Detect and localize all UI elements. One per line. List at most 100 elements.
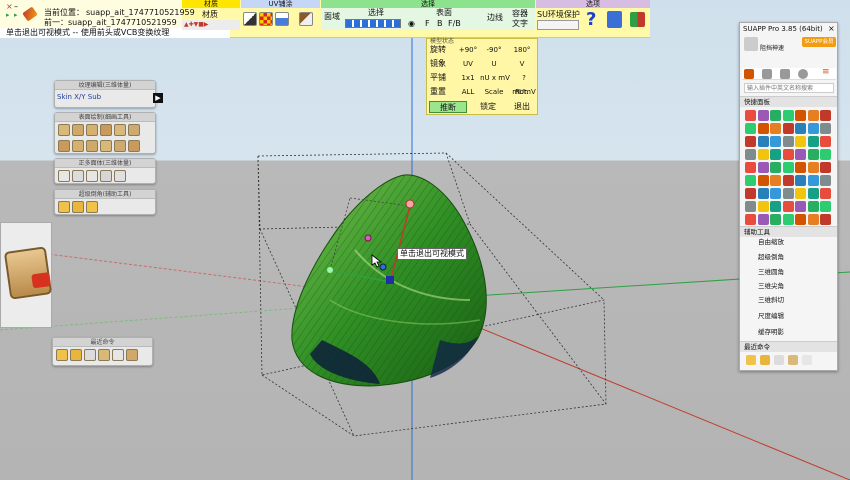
plugin-9-icon[interactable]: [757, 123, 769, 134]
recent-3-icon[interactable]: [84, 349, 96, 361]
mirror-v[interactable]: V: [509, 57, 535, 71]
infer-button[interactable]: 推断: [429, 101, 467, 113]
plugin-55-icon[interactable]: [807, 201, 819, 212]
surface-tool-6-icon[interactable]: [128, 124, 140, 136]
sub-item-bevel[interactable]: 三维斜切: [758, 295, 784, 305]
plugin-32-icon[interactable]: [782, 162, 794, 173]
plugin-18-icon[interactable]: [782, 136, 794, 147]
plugin-53-icon[interactable]: [782, 201, 794, 212]
reset-rot[interactable]: Rot.: [509, 85, 535, 99]
pen-icon[interactable]: [22, 6, 38, 22]
next-icon[interactable]: ▸: [14, 11, 18, 19]
plugin-8-icon[interactable]: [745, 123, 756, 134]
plugin-59-icon[interactable]: [770, 214, 781, 225]
surface-tool-8-icon[interactable]: [72, 140, 84, 152]
tile-nu-mv[interactable]: nU x mV: [479, 71, 511, 85]
vip-badge[interactable]: SUAPP会员: [802, 37, 836, 47]
plugin-58-icon[interactable]: [757, 214, 769, 225]
plugin-52-icon[interactable]: [770, 201, 781, 212]
recent-5-icon[interactable]: [112, 349, 124, 361]
recent-cmd-5-icon[interactable]: [802, 355, 812, 365]
lock-button[interactable]: 锁定: [473, 101, 503, 113]
reset-scale[interactable]: Scale: [481, 85, 507, 99]
dodeca-icon[interactable]: [100, 170, 112, 182]
recent-4-icon[interactable]: [98, 349, 110, 361]
surface-tool-1-icon[interactable]: [58, 124, 70, 136]
plugin-22-icon[interactable]: [745, 149, 756, 160]
exit-icon[interactable]: [630, 12, 645, 27]
env-protect-tools[interactable]: [537, 20, 579, 30]
trash-icon[interactable]: [607, 11, 622, 28]
sub-item-round[interactable]: 三维圆角: [758, 267, 784, 277]
plugin-15-icon[interactable]: [745, 136, 756, 147]
plugin-10-icon[interactable]: [770, 123, 781, 134]
surface-tool-12-icon[interactable]: [128, 140, 140, 152]
plugin-26-icon[interactable]: [795, 149, 806, 160]
mirror-u[interactable]: U: [481, 57, 507, 71]
quick-panel-header[interactable]: 快捷面板: [740, 96, 837, 107]
plugin-7-icon[interactable]: [820, 110, 831, 121]
plugin-39-icon[interactable]: [782, 175, 794, 186]
plugin-36-icon[interactable]: [745, 175, 756, 186]
plugin-38-icon[interactable]: [770, 175, 781, 186]
plugin-41-icon[interactable]: [807, 175, 819, 186]
face-fb-option[interactable]: F/B: [448, 19, 461, 29]
surface-tool-9-icon[interactable]: [86, 140, 98, 152]
uv-pattern-icon[interactable]: [243, 12, 257, 26]
surface-tool-2-icon[interactable]: [72, 124, 84, 136]
plugin-20-icon[interactable]: [807, 136, 819, 147]
reset-all[interactable]: ALL: [455, 85, 481, 99]
plugin-27-icon[interactable]: [807, 149, 819, 160]
face-f-option[interactable]: F: [425, 19, 430, 29]
surface-tool-11-icon[interactable]: [114, 140, 126, 152]
plugin-17-icon[interactable]: [770, 136, 781, 147]
plugin-3-icon[interactable]: [770, 110, 781, 121]
edge-option[interactable]: 边线: [487, 13, 503, 23]
uv-house-icon[interactable]: [275, 12, 289, 26]
scene-canvas[interactable]: [0, 0, 850, 480]
recent-6-icon[interactable]: [126, 349, 138, 361]
shadow-item[interactable]: 缓存明影: [758, 327, 784, 337]
plugin-23-icon[interactable]: [757, 149, 769, 160]
surface-tool-3-icon[interactable]: [86, 124, 98, 136]
plugin-35-icon[interactable]: [820, 162, 831, 173]
surface-tool-5-icon[interactable]: [114, 124, 126, 136]
dash-icon[interactable]: –: [14, 2, 18, 11]
skin-sub-label[interactable]: Skin X/Y Sub: [57, 93, 101, 101]
plugin-50-icon[interactable]: [745, 201, 756, 212]
rotate-minus90[interactable]: -90°: [481, 43, 507, 57]
plugin-21-icon[interactable]: [820, 136, 831, 147]
plugin-49-icon[interactable]: [820, 188, 831, 199]
surface-tool-10-icon[interactable]: [100, 140, 112, 152]
plugin-33-icon[interactable]: [795, 162, 806, 173]
sharp-corner-icon[interactable]: [72, 201, 84, 213]
plugin-57-icon[interactable]: [745, 214, 756, 225]
plugin-47-icon[interactable]: [795, 188, 806, 199]
plugin-28-icon[interactable]: [820, 149, 831, 160]
recent-cmds-header[interactable]: 最近命令: [740, 341, 837, 352]
cube-icon[interactable]: [72, 170, 84, 182]
plugin-40-icon[interactable]: [795, 175, 806, 186]
home-icon[interactable]: [744, 69, 754, 79]
plugin-13-icon[interactable]: [807, 123, 819, 134]
plugin-61-icon[interactable]: [795, 214, 806, 225]
plugin-44-icon[interactable]: [757, 188, 769, 199]
container-option[interactable]: 容器: [512, 9, 528, 19]
tile-1x1[interactable]: 1x1: [455, 71, 481, 85]
plugin-63-icon[interactable]: [820, 214, 831, 225]
plugin-12-icon[interactable]: [795, 123, 806, 134]
mirror-uv[interactable]: UV: [455, 57, 481, 71]
play-icon[interactable]: ▶: [153, 93, 163, 103]
3d-viewport[interactable]: 单击退出可视模式: [0, 0, 850, 480]
recent-2-icon[interactable]: [70, 349, 82, 361]
help-icon[interactable]: ?: [586, 9, 596, 30]
surface-tool-7-icon[interactable]: [58, 140, 70, 152]
face-b-option[interactable]: B: [437, 19, 443, 29]
plugin-51-icon[interactable]: [757, 201, 769, 212]
free-scale-item[interactable]: 自由缩放: [758, 237, 784, 247]
recent-cmd-1-icon[interactable]: [746, 355, 756, 365]
super-chamfer-item[interactable]: 超级倒角: [758, 252, 784, 262]
plugin-31-icon[interactable]: [770, 162, 781, 173]
icosa-icon[interactable]: [114, 170, 126, 182]
recent-cmd-2-icon[interactable]: [760, 355, 770, 365]
